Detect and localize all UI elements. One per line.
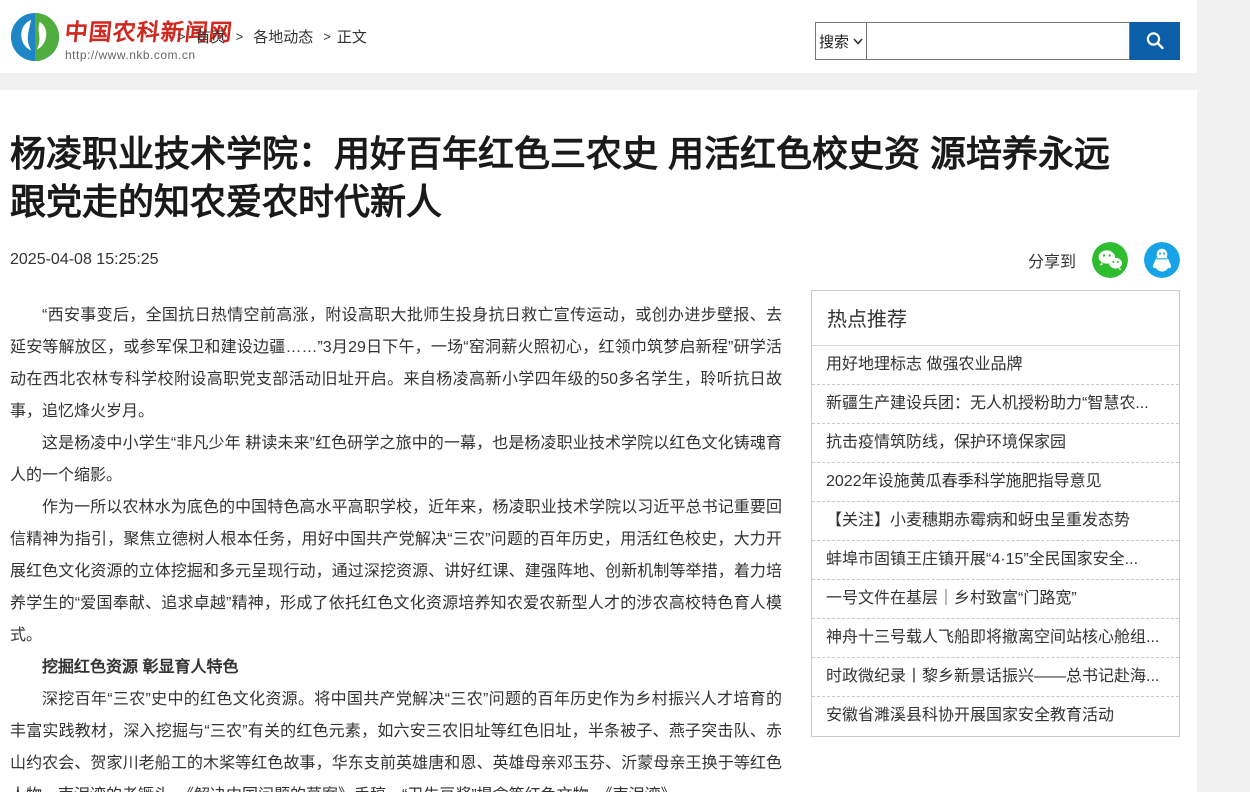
article-paragraph: 作为一所以农林水为底色的中国特色高水平高职学校，近年来，杨凌职业技术学院以习近平… xyxy=(10,492,782,652)
breadcrumb-current: 正文 xyxy=(337,26,367,47)
search-button[interactable] xyxy=(1130,22,1180,60)
breadcrumb-separator: > xyxy=(236,29,244,44)
breadcrumb: > 首页 > 各地动态 > 正文 xyxy=(178,0,367,73)
article-body: “西安事变后，全国抗日热情空前高涨，附设高职大批师生投身抗日救亡宣传运动，或创办… xyxy=(10,300,782,792)
share-label: 分享到 xyxy=(1028,248,1076,272)
article-paragraph: “西安事变后，全国抗日热情空前高涨，附设高职大批师生投身抗日救亡宣传运动，或创办… xyxy=(10,300,782,428)
hot-list-item[interactable]: 蚌埠市固镇王庄镇开展“4·15”全民国家安全... xyxy=(812,541,1179,580)
hot-list-item[interactable]: 用好地理标志 做强农业品牌 xyxy=(812,346,1179,385)
hot-list-item[interactable]: 时政微纪录丨黎乡新景话振兴——总书记赴海... xyxy=(812,658,1179,697)
hot-list-item[interactable]: 神舟十三号载人飞船即将撤离空间站核心舱组... xyxy=(812,619,1179,658)
search-dropdown-label: 搜索 xyxy=(819,31,849,52)
hot-list-item[interactable]: 【关注】小麦穗期赤霉病和蚜虫呈重发态势 xyxy=(812,502,1179,541)
article-meta-row: 2025-04-08 15:25:25 分享到 xyxy=(10,242,1180,278)
breadcrumb-separator: > xyxy=(178,29,186,44)
hot-recommendations-panel: 热点推荐 用好地理标志 做强农业品牌 新疆生产建设兵团：无人机授粉助力“智慧农.… xyxy=(811,290,1180,737)
hot-list-item[interactable]: 新疆生产建设兵团：无人机授粉助力“智慧农... xyxy=(812,385,1179,424)
hot-recommendations-title: 热点推荐 xyxy=(812,291,1179,346)
article-paragraph: 深挖百年“三农”史中的红色文化资源。将中国共产党解决“三农”问题的百年历史作为乡… xyxy=(10,684,782,792)
article-subheading: 挖掘红色资源 彰显育人特色 xyxy=(10,652,782,684)
breadcrumb-section[interactable]: 各地动态 xyxy=(253,26,313,47)
hot-list-item[interactable]: 抗击疫情筑防线，保护环境保家园 xyxy=(812,424,1179,463)
hot-list-item[interactable]: 一号文件在基层｜乡村致富“门路宽” xyxy=(812,580,1179,619)
qq-share-icon[interactable] xyxy=(1144,242,1180,278)
search-icon xyxy=(1144,30,1166,52)
article-paragraph: 这是杨凌中小学生“非凡少年 耕读未来”红色研学之旅中的一幕，也是杨凌职业技术学院… xyxy=(10,428,782,492)
search-type-dropdown[interactable]: 搜索 xyxy=(815,22,867,60)
site-header: 中国农科新闻网 http://www.nkb.com.cn > 首页 > 各地动… xyxy=(0,0,1197,73)
wechat-share-icon[interactable] xyxy=(1092,242,1128,278)
logo-mark-icon xyxy=(10,12,60,62)
share-box: 分享到 xyxy=(1028,242,1180,278)
breadcrumb-home[interactable]: 首页 xyxy=(196,26,226,47)
search-input[interactable] xyxy=(867,22,1130,60)
publish-date: 2025-04-08 15:25:25 xyxy=(10,251,159,269)
main-content: 杨凌职业技术学院：用好百年红色三农史 用活红色校史资 源培养永远跟党走的知农爱农… xyxy=(0,90,1197,792)
header-divider-strip xyxy=(0,73,1250,90)
breadcrumb-separator: > xyxy=(323,29,331,44)
search-bar: 搜索 xyxy=(815,22,1180,60)
page-title: 杨凌职业技术学院：用好百年红色三农史 用活红色校史资 源培养永远跟党走的知农爱农… xyxy=(10,130,1140,226)
chevron-down-icon xyxy=(853,38,863,45)
hot-list-item[interactable]: 安徽省濉溪县科协开展国家安全教育活动 xyxy=(812,697,1179,736)
hot-list-item[interactable]: 2022年设施黄瓜春季科学施肥指导意见 xyxy=(812,463,1179,502)
